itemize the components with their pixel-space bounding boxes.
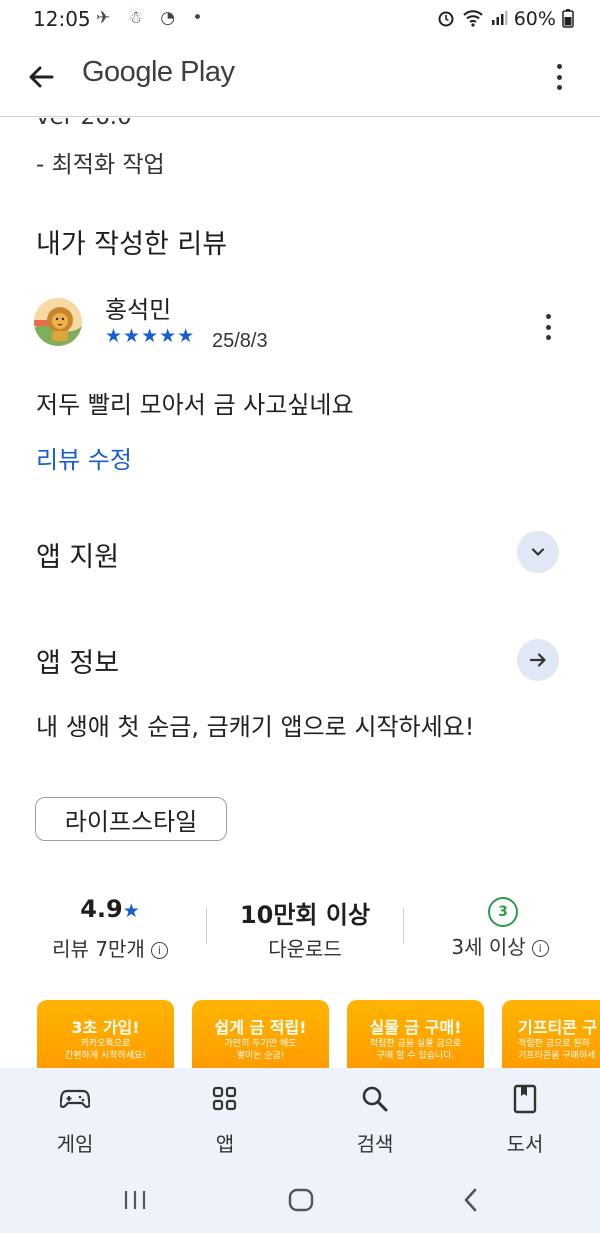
age-label[interactable]: 3세 이상 i (420, 931, 580, 960)
screenshot-title: 3초 가입! (71, 1018, 140, 1037)
screenshot-card[interactable]: 기프티콘 구 적립한 금으로 원하 기프티콘을 구매하세 (502, 1000, 600, 1075)
book-icon (513, 1084, 537, 1114)
app-description: 내 생애 첫 순금, 금캐기 앱으로 시작하세요! (36, 713, 475, 741)
gamepad-icon (60, 1089, 90, 1109)
screenshot-card[interactable]: 3초 가입! 카카오톡으로 간편하게 시작하세요! (37, 1000, 174, 1075)
nav-label: 게임 (56, 1132, 94, 1156)
app-info-heading: 앱 정보 (36, 648, 120, 679)
app-title: Google Play (82, 56, 235, 88)
stat-divider (206, 908, 207, 944)
star-icon: ★ (122, 900, 140, 922)
rating-value: 4.9★ (40, 895, 180, 923)
review-date: 25/8/3 (212, 330, 268, 352)
category-chip[interactable]: 라이프스타일 (35, 797, 227, 841)
battery-icon (562, 9, 574, 28)
nav-search[interactable]: 검색 (315, 1068, 435, 1168)
arrow-forward-icon (529, 653, 546, 667)
downloads-label: 다운로드 (268, 937, 342, 961)
rating-label[interactable]: 리뷰 7만개 i (30, 933, 190, 962)
recent-apps-button[interactable] (120, 1188, 150, 1212)
my-review-heading: 내가 작성한 리뷰 (36, 229, 228, 260)
stat-divider (403, 908, 404, 944)
chevron-left-icon (464, 1188, 477, 1212)
back-nav-button[interactable] (458, 1186, 484, 1214)
nav-games[interactable]: 게임 (15, 1068, 135, 1168)
home-button[interactable] (287, 1186, 315, 1214)
app-bar: Google Play (0, 38, 600, 117)
status-time: 12:05 (33, 7, 91, 31)
age-text: 3세 이상 (451, 935, 526, 959)
screenshot-card[interactable]: 쉽게 금 적립! 가만히 두기만 해도 쌓이는 순금! (192, 1000, 329, 1075)
screenshot-subtitle: 적립한 금을 실물 금으로 구매 할 수 있습니다. (369, 1039, 462, 1061)
notification-icons: ✈ ☃ ◔ • (96, 8, 209, 28)
info-icon: i (150, 942, 168, 959)
review-body: 저두 빨리 모아서 금 사고싶네요 (36, 391, 354, 419)
status-bar: 12:05 ✈ ☃ ◔ • 60% (0, 0, 600, 38)
app-info-button[interactable] (517, 639, 559, 681)
age-rating-badge: 3 (488, 897, 518, 927)
back-button[interactable] (24, 60, 58, 94)
search-icon (362, 1086, 388, 1112)
home-icon (288, 1188, 314, 1212)
screenshot-title: 쉽게 금 적립! (214, 1018, 307, 1037)
signal-icon (491, 11, 508, 25)
release-note: - 최적화 작업 (36, 152, 165, 178)
screenshot-title: 기프티콘 구 (518, 1018, 598, 1037)
rating-number: 4.9 (80, 895, 123, 923)
more-vert-icon (535, 310, 561, 340)
nav-books[interactable]: 도서 (465, 1068, 585, 1168)
nav-apps[interactable]: 앱 (165, 1068, 285, 1168)
more-vert-icon (546, 60, 572, 90)
reviewer-name: 홍석민 (105, 296, 172, 324)
status-right: 60% (436, 8, 574, 30)
review-count: 리뷰 7만개 (52, 937, 145, 961)
review-menu-button[interactable] (535, 310, 561, 344)
system-navigation-bar (0, 1168, 600, 1233)
chevron-down-icon (531, 548, 545, 556)
arrow-back-icon (29, 66, 54, 88)
bottom-navigation: 게임 앱 검색 도서 (0, 1068, 600, 1168)
nav-label: 앱 (215, 1132, 235, 1156)
alarm-icon (438, 11, 454, 27)
expand-support-button[interactable] (517, 531, 559, 573)
screenshot-title: 실물 금 구매! (369, 1018, 462, 1037)
screenshot-subtitle: 가만히 두기만 해도 쌓이는 순금! (224, 1039, 297, 1061)
app-support-heading: 앱 지원 (36, 542, 120, 573)
edit-review-link[interactable]: 리뷰 수정 (36, 440, 132, 475)
screenshot-subtitle: 카카오톡으로 간편하게 시작하세요! (65, 1039, 146, 1061)
nav-label: 도서 (506, 1132, 544, 1156)
recent-apps-icon (124, 1191, 146, 1209)
downloads-value: 10만회 이상 (239, 901, 371, 929)
screenshot-card[interactable]: 실물 금 구매! 적립한 금을 실물 금으로 구매 할 수 있습니다. (347, 1000, 484, 1075)
screenshot-subtitle: 적립한 금으로 원하 기프티콘을 구매하세 (518, 1039, 596, 1061)
apps-grid-icon (212, 1086, 237, 1111)
nav-label: 검색 (356, 1132, 394, 1156)
info-icon: i (531, 940, 549, 957)
lion-avatar-icon (34, 298, 82, 346)
battery-percent: 60% (513, 8, 556, 30)
wifi-icon (462, 10, 483, 27)
star-rating: ★★★★★ (105, 325, 196, 347)
avatar (34, 298, 82, 346)
overflow-menu-button[interactable] (546, 60, 572, 94)
